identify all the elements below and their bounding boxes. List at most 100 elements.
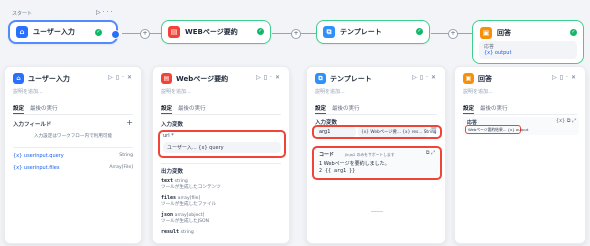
answer-value: Webページ要約結果... {x} output: [468, 126, 529, 132]
more-icon[interactable]: ···: [103, 9, 115, 16]
tab-last-run[interactable]: 最後の実行: [480, 104, 508, 114]
close-icon[interactable]: ✕: [127, 74, 135, 81]
run-icon[interactable]: ▷: [256, 74, 264, 81]
web-summary-icon: ▤: [161, 73, 172, 84]
node-toolbar: ▷···: [96, 9, 114, 16]
node-answer[interactable]: ▣ 回答 ✓ 応答 {x} output: [472, 20, 584, 64]
run-icon[interactable]: ▷: [412, 74, 420, 81]
panel-tools: ▷▯·✕: [108, 74, 135, 81]
output-name: result: [161, 229, 180, 235]
divider: [13, 147, 133, 148]
section-title: 入力フィールド: [13, 122, 52, 128]
var-insert-icon[interactable]: {x}: [556, 118, 565, 124]
var-type: String: [119, 153, 133, 158]
output-label: 応答: [484, 44, 495, 50]
success-check-icon: ✓: [416, 28, 423, 35]
tab-settings[interactable]: 設定: [161, 104, 173, 114]
panel-title: ユーザー入力: [28, 74, 70, 83]
panel-web-summary: ▤ Webページ要約 ▷▯·✕ 説明を追加... 設定 最後の実行 入力変数 url…: [152, 66, 290, 244]
run-icon[interactable]: ▷: [108, 74, 116, 81]
output-desc: ツールが生成したコンテンツ: [161, 185, 221, 190]
copy-icon[interactable]: ⧉: [567, 118, 571, 124]
user-icon: ⌂: [16, 26, 28, 38]
connect-handle[interactable]: [111, 30, 120, 39]
output-type: string: [180, 230, 194, 235]
panel-tools: ▷▯·✕: [412, 74, 439, 81]
answer-output-box: 応答 {x} output: [479, 41, 577, 59]
node-user-input[interactable]: ⌂ ユーザー入力 ✓: [8, 20, 120, 44]
node-title: 回答: [497, 29, 511, 37]
tab-last-run[interactable]: 最後の実行: [332, 104, 360, 114]
add-field-icon[interactable]: +: [126, 118, 133, 127]
success-check-icon: ✓: [95, 29, 102, 36]
tab-last-run[interactable]: 最後の実行: [178, 104, 206, 114]
panel-user-input: ⌂ ユーザー入力 ▷▯·✕ 説明を追加... 設定 最後の実行 入力フィールド + …: [4, 66, 142, 244]
url-label: url *: [163, 133, 174, 139]
code-label: コード: [319, 152, 335, 158]
var-type: Array[File]: [109, 165, 133, 170]
web-summary-icon: ▤: [168, 26, 180, 38]
tab-settings[interactable]: 設定: [13, 104, 25, 114]
output-var: text string ツールが生成したコンテンツ: [161, 178, 221, 190]
code-editor[interactable]: コード Jinja2 のみをサポートします ⧉ ⤢ 1 Webページを要約しまし…: [315, 149, 439, 177]
run-icon[interactable]: ▷: [96, 9, 103, 16]
node-template[interactable]: ⧉ テンプレート ✓: [316, 20, 430, 44]
expand-icon[interactable]: ⤢: [572, 118, 576, 124]
close-icon[interactable]: ✕: [571, 74, 579, 81]
tab-last-run[interactable]: 最後の実行: [30, 104, 58, 114]
panel-desc[interactable]: 説明を追加...: [13, 88, 43, 95]
trash-icon[interactable]: 🗑: [430, 127, 438, 134]
panel-desc[interactable]: 説明を追加...: [315, 88, 345, 95]
empty-hint: 入力設定はワークフロー内で利用可能: [33, 134, 113, 139]
node-title: テンプレート: [340, 28, 382, 36]
code-hint: Jinja2 のみをサポートします: [345, 151, 395, 157]
var-name-input[interactable]: arg1: [316, 127, 356, 137]
output-var: {x} output: [484, 50, 512, 56]
output-desc: ツールが生成したJSON: [161, 219, 210, 224]
code-line: 2 {{ arg1 }}: [319, 168, 356, 174]
tab-settings[interactable]: 設定: [463, 104, 475, 114]
var-row: {x} userinput.query String: [13, 153, 133, 159]
tab-settings[interactable]: 設定: [315, 104, 327, 114]
output-desc: ツールが生成したファイル: [161, 202, 217, 207]
user-icon: ⌂: [13, 73, 24, 84]
output-var: result string: [161, 229, 194, 235]
answer-icon: ▣: [463, 73, 474, 84]
template-icon: ⧉: [315, 73, 326, 84]
node-title: WEBページ要約: [185, 28, 238, 36]
add-node-button[interactable]: +: [140, 29, 150, 39]
divider: [161, 163, 281, 164]
start-label: スタート: [12, 11, 33, 17]
add-node-button[interactable]: +: [448, 29, 458, 39]
template-icon: ⧉: [323, 26, 335, 38]
node-title: ユーザー入力: [33, 28, 75, 36]
var-name: {x} userinput.files: [13, 165, 60, 171]
run-icon[interactable]: ▷: [552, 74, 560, 81]
url-input[interactable]: ユーザー入... {x} query: [163, 142, 281, 153]
expand-icon[interactable]: ⤢: [431, 150, 435, 156]
add-node-button[interactable]: +: [291, 29, 301, 39]
url-value: ユーザー入... {x} query: [167, 145, 224, 151]
var-row: {x} userinput.files Array[File]: [13, 165, 133, 171]
copy-icon[interactable]: ⧉: [426, 150, 430, 156]
close-icon[interactable]: ✕: [431, 74, 439, 81]
code-line: 1 Webページを要約しました。: [319, 161, 390, 167]
resize-handle[interactable]: [371, 211, 383, 212]
code-tools: ⧉ ⤢: [426, 150, 435, 156]
close-icon[interactable]: ✕: [275, 74, 283, 81]
panel-answer: ▣ 回答 ▷▯·✕ 説明を追加... 設定 最後の実行 応答 {x} ⧉ ⤢ Web…: [454, 66, 586, 244]
panel-desc[interactable]: 説明を追加...: [463, 88, 493, 95]
panel-desc[interactable]: 説明を追加...: [161, 88, 191, 95]
panel-title: 回答: [478, 74, 492, 83]
success-check-icon: ✓: [570, 29, 577, 36]
panel-tools: ▷▯·✕: [256, 74, 283, 81]
panel-title: テンプレート: [330, 74, 372, 83]
output-section-title: 出力変数: [161, 169, 184, 175]
panel-title: Webページ要約: [176, 74, 229, 83]
output-var: files array[file] ツールが生成したファイル: [161, 195, 216, 207]
node-web-summary[interactable]: ▤ WEBページ要約 ✓: [161, 20, 271, 44]
output-var: json array[object] ツールが生成したJSON: [161, 212, 209, 224]
var-value-select[interactable]: {x} Webページ要... {x} res... String: [358, 127, 437, 137]
panel-tools: ▷▯·✕: [552, 74, 579, 81]
var-value: {x} Webページ要... {x} res... String: [361, 130, 437, 135]
